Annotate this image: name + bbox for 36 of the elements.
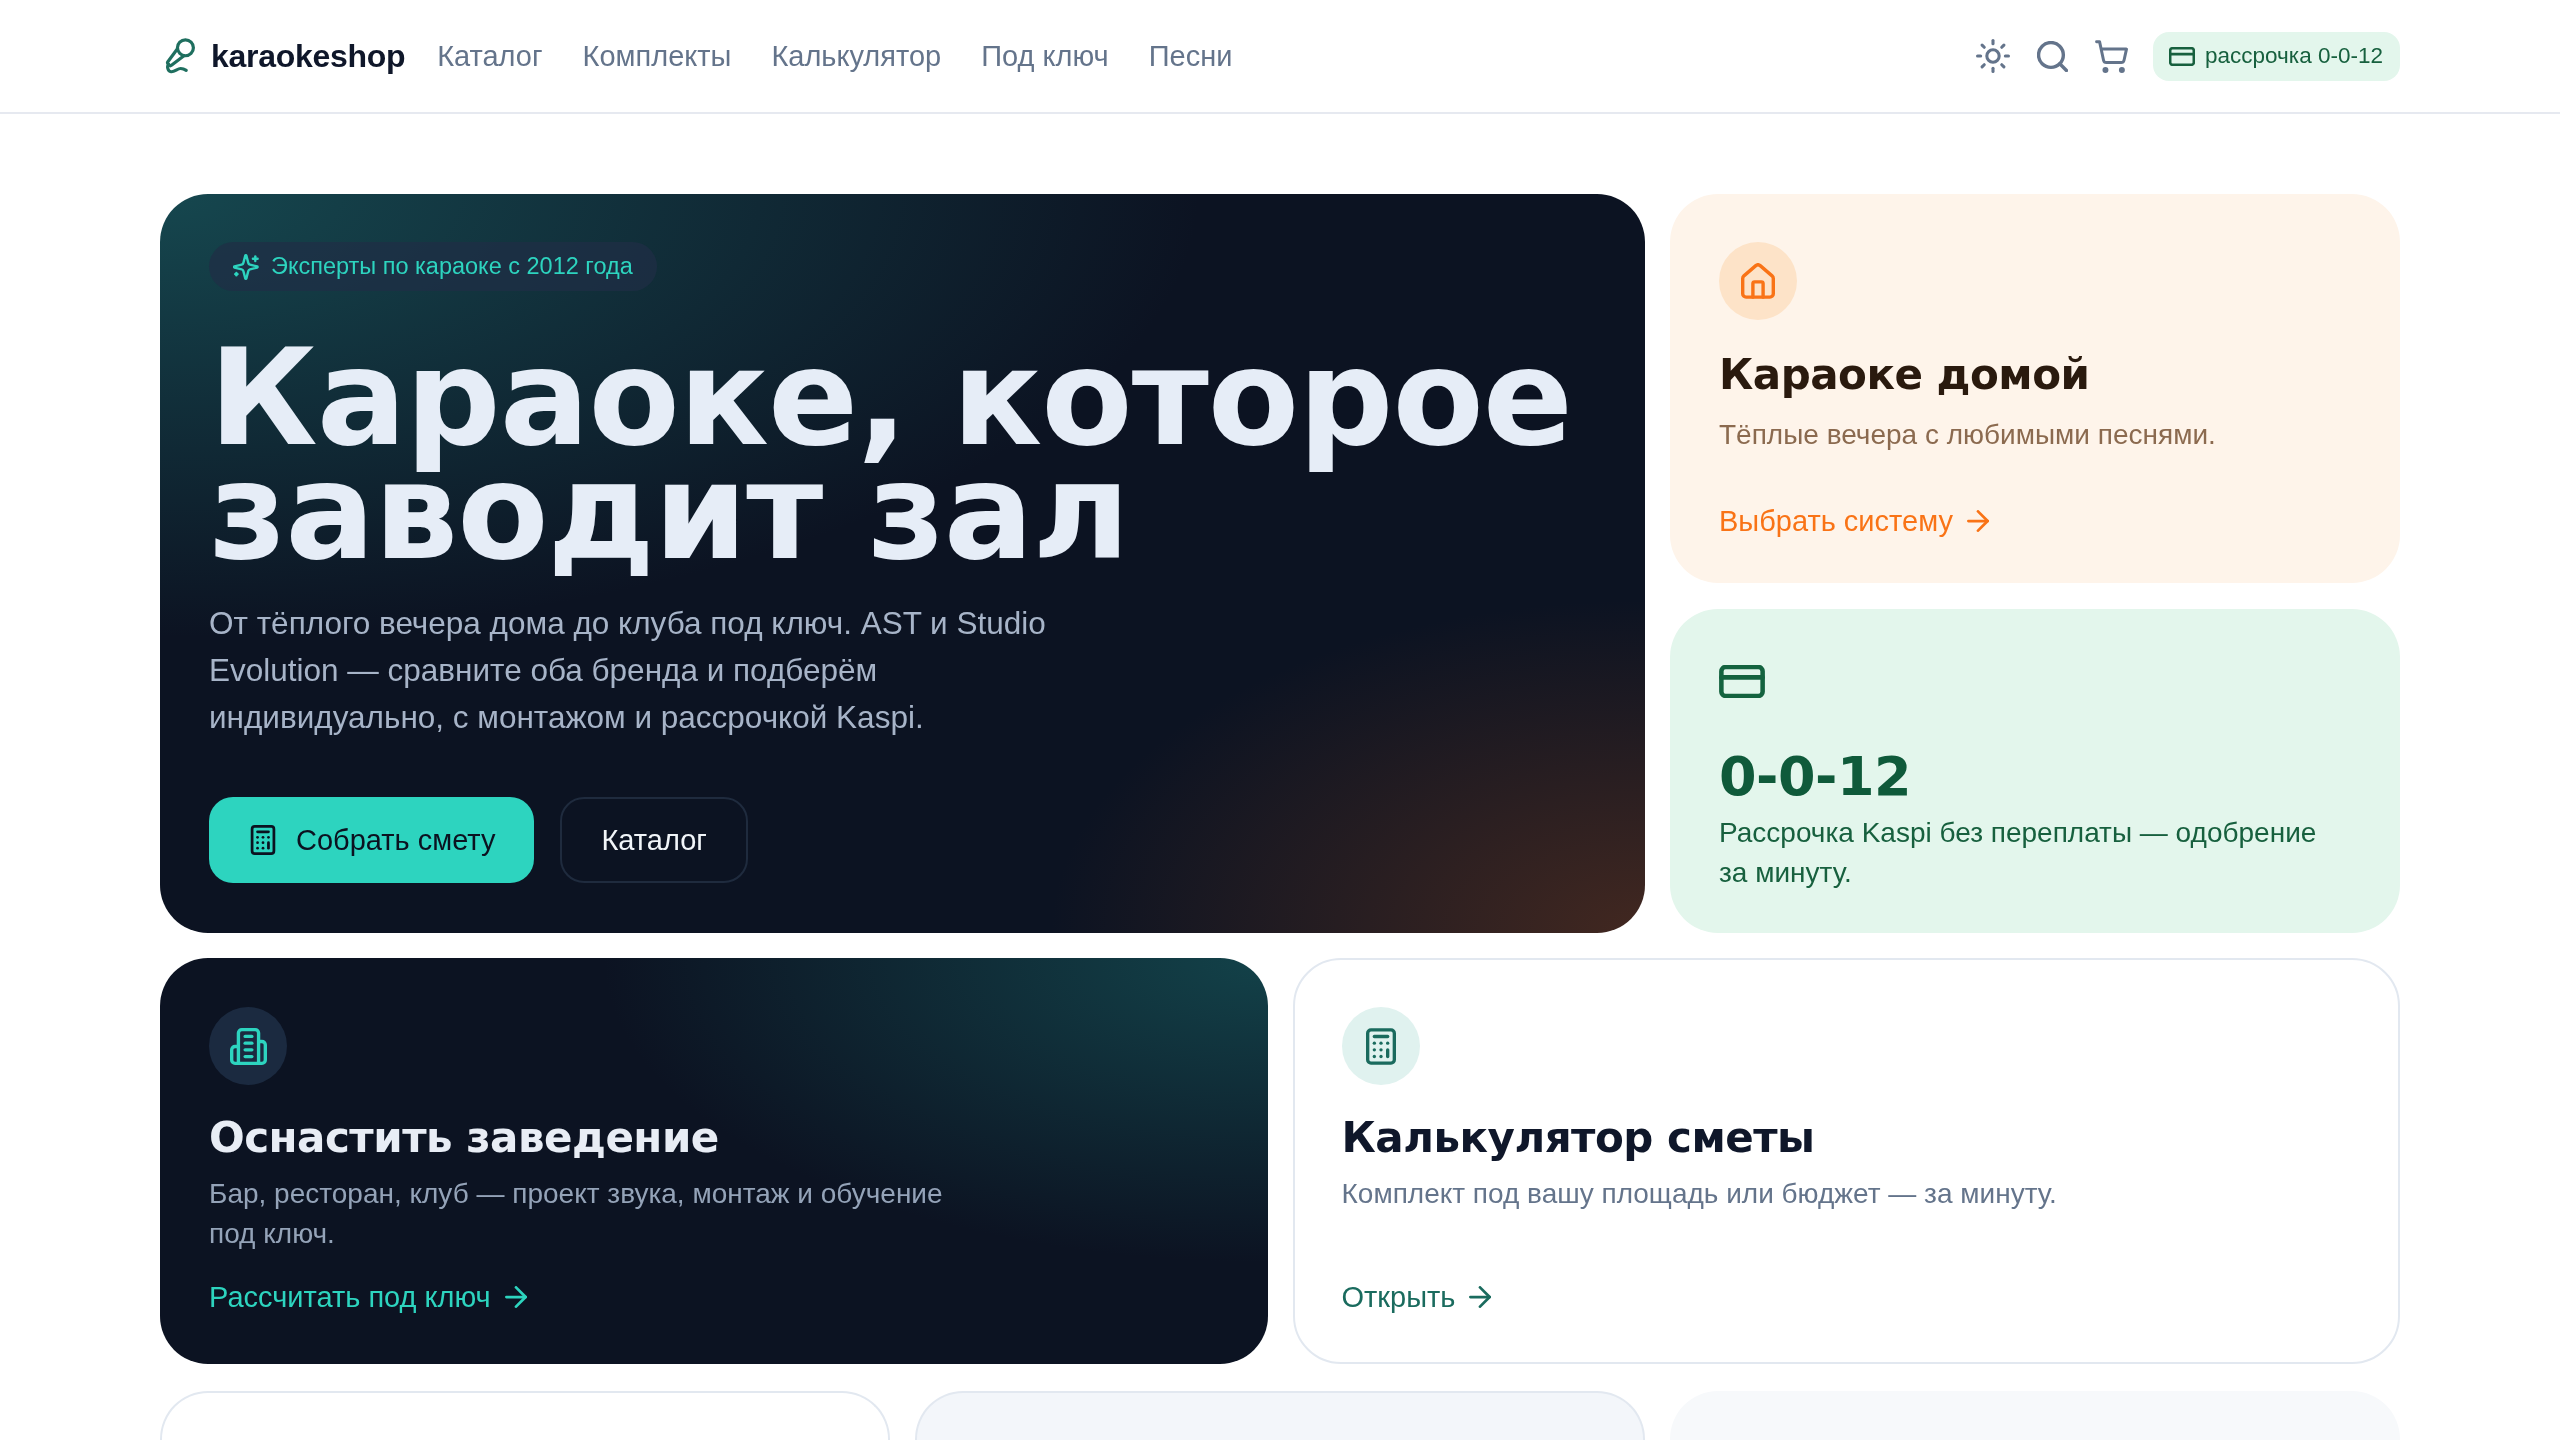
nav-link[interactable]: Каталог xyxy=(437,39,543,73)
sun-icon xyxy=(1976,39,2011,73)
card-description: Тёплые вечера с любимыми песнями. xyxy=(1719,418,2216,452)
arrow-right-icon xyxy=(504,1286,527,1308)
card-title: 0-0-12 xyxy=(1719,747,1912,807)
card-description: Бар, ресторан, клуб — проект звука, монтаж и обучение под ключ. xyxy=(209,1177,944,1251)
tag-text: Эксперты по караоке с 2012 года xyxy=(271,253,633,280)
microphone-icon xyxy=(165,38,195,74)
hero-title: Караоке, которое заводит зал xyxy=(209,341,1573,591)
estimate-button[interactable]: Собрать смету xyxy=(209,797,535,883)
arrow-right-icon xyxy=(1966,510,1989,532)
sparkles-icon xyxy=(233,253,259,280)
search-icon xyxy=(2037,40,2069,72)
nav-link[interactable]: Под ключ xyxy=(981,39,1109,73)
card-title: Оснастить заведение xyxy=(209,1113,719,1163)
arrow-right-icon xyxy=(1469,1286,1492,1308)
logo-link[interactable]: karaokeshop xyxy=(165,37,406,75)
search-button[interactable] xyxy=(2037,40,2069,72)
card-title: Караоке домой xyxy=(1719,350,2090,400)
card-title: Калькулятор сметы xyxy=(1341,1113,1815,1163)
cart-button[interactable] xyxy=(2095,39,2129,73)
calculator-icon xyxy=(250,825,276,855)
nav-link[interactable]: Комплекты xyxy=(582,39,732,73)
credit-card-icon xyxy=(1719,665,1765,698)
card-description: Комплект под вашу площадь или бюджет — за минуту. xyxy=(1341,1177,2057,1211)
nav-link[interactable]: Калькулятор xyxy=(771,39,942,73)
theme-toggle-button[interactable] xyxy=(1976,39,2011,73)
card-link[interactable]: Рассчитать под ключ xyxy=(209,1277,527,1317)
card-link[interactable]: Открыть xyxy=(1341,1277,1492,1317)
nav-link[interactable]: Песни xyxy=(1148,39,1233,73)
installment-link[interactable]: рассрочка 0-0-12 xyxy=(2153,31,2400,81)
hero-description: От тёплого вечера дома до клуба под ключ. AST и Studio Evolution — сравните оба бренда и подберём индивидуально, с монтажом и рассрочкой Kaspi. xyxy=(209,604,1047,737)
catalog-button[interactable]: Каталог xyxy=(560,797,748,883)
card-description: Рассрочка Kaspi без переплаты — одобрение за минуту. xyxy=(1719,816,2318,890)
cart-icon xyxy=(2095,39,2129,73)
credit-card-icon xyxy=(2169,46,2196,66)
